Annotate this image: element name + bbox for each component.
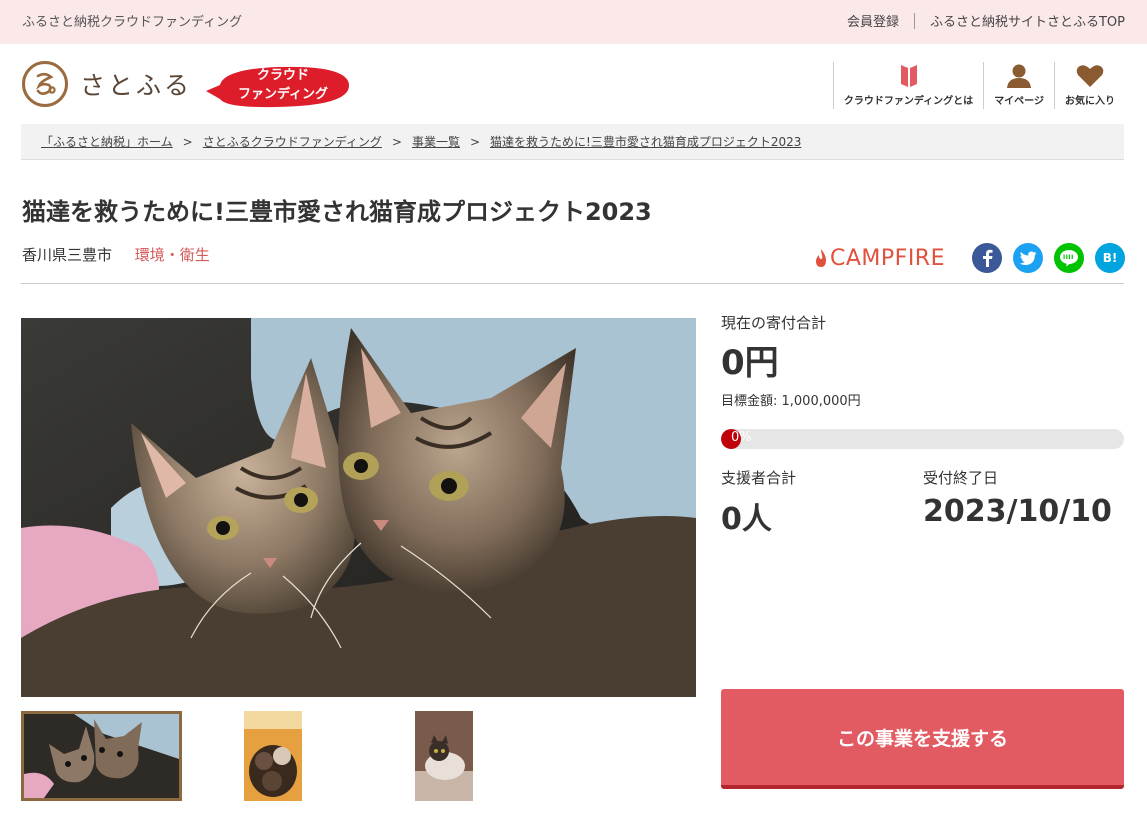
logo-mark-icon [22, 61, 68, 107]
goal-amount: 目標金額: 1,000,000円 [721, 394, 861, 409]
badge-text: クラウド ファンディング [218, 66, 348, 104]
supporters-label: 支援者合計 [721, 469, 797, 487]
crowdfunding-badge[interactable]: クラウド ファンディング [204, 63, 350, 109]
section-divider [21, 283, 1124, 284]
logo-text: さとふる [80, 71, 193, 100]
thumbnail-3[interactable] [415, 711, 473, 801]
book-icon [898, 62, 920, 90]
breadcrumb-current[interactable]: 猫達を救うために!三豊市愛され猫育成プロジェクト2023 [490, 135, 801, 149]
facebook-share-button[interactable] [972, 243, 1002, 273]
twitter-icon [1019, 251, 1037, 265]
support-button-label: この事業を支援する [836, 727, 1008, 750]
breadcrumb-project-list[interactable]: 事業一覧 [412, 135, 460, 149]
top-bar: ふるさと納税クラウドファンディング 会員登録 ふるさと納税サイトさとふるTOP [0, 0, 1147, 44]
support-button[interactable]: この事業を支援する [721, 689, 1124, 789]
breadcrumb-crowdfunding[interactable]: さとふるクラウドファンディング [203, 135, 382, 149]
nav-label: クラウドファンディングとは [843, 96, 974, 107]
member-register-link[interactable]: 会員登録 [847, 11, 899, 30]
supporters-value: 0人 [721, 502, 772, 537]
line-icon [1060, 250, 1078, 267]
hatena-icon: B! [1102, 251, 1118, 265]
breadcrumb-separator: > [391, 135, 402, 149]
nav-mypage[interactable]: マイページ [983, 62, 1054, 109]
nav-label: マイページ [994, 96, 1044, 107]
link-divider [913, 12, 915, 29]
funding-panel: 現在の寄付合計 0円 目標金額: 1,000,000円 0% 支援者合計 0人 … [721, 312, 1124, 538]
project-location: 香川県三豊市 [22, 246, 113, 264]
badge-line2: ファンディング [237, 87, 329, 102]
page-title: 猫達を救うために!三豊市愛され猫育成プロジェクト2023 [22, 198, 652, 226]
thumbnail-2[interactable] [244, 711, 302, 801]
progress-bar: 0% [721, 429, 1124, 449]
header-nav: クラウドファンディングとは マイページ お気に入り [832, 62, 1125, 109]
top-links: 会員登録 ふるさと納税サイトさとふるTOP [847, 11, 1125, 30]
stats-row: 支援者合計 0人 受付終了日 2023/10/10 [721, 467, 1124, 538]
campfire-logo[interactable]: CAMPFIRE [814, 246, 945, 271]
project-category[interactable]: 環境・衛生 [135, 246, 210, 264]
deadline-label: 受付終了日 [923, 469, 999, 487]
user-icon [1006, 62, 1032, 90]
deadline-stat: 受付終了日 2023/10/10 [923, 467, 1124, 538]
thumbnail-1[interactable] [21, 711, 182, 801]
site-logo[interactable]: さとふる [22, 61, 192, 107]
progress-percent: 0% [731, 430, 752, 445]
flame-icon [816, 249, 826, 267]
breadcrumb-home[interactable]: 「ふるさと納税」ホーム [41, 135, 173, 149]
breadcrumb-separator: > [469, 135, 481, 149]
supporters-stat: 支援者合計 0人 [721, 467, 923, 538]
total-value: 0円 [721, 343, 779, 383]
heart-icon [1076, 62, 1104, 90]
satofull-top-link[interactable]: ふるさと納税サイトさとふるTOP [930, 11, 1125, 30]
total-label: 現在の寄付合計 [721, 314, 827, 332]
twitter-share-button[interactable] [1013, 243, 1043, 273]
line-share-button[interactable] [1054, 243, 1084, 273]
campfire-text: CAMPFIRE [830, 245, 945, 271]
breadcrumb: 「ふるさと納税」ホーム > さとふるクラウドファンディング > 事業一覧 > 猫達を救うため… [21, 124, 1124, 160]
hatena-bookmark-button[interactable]: B! [1095, 243, 1125, 273]
badge-line1: クラウド [256, 68, 309, 83]
photo-thumbnails [21, 711, 696, 801]
nav-about-crowdfunding[interactable]: クラウドファンディングとは [832, 62, 983, 109]
nav-label: お気に入り [1065, 96, 1115, 107]
share-bar: CAMPFIRE B! [814, 243, 1125, 273]
main-project-photo[interactable] [21, 318, 696, 697]
project-meta: 香川県三豊市 環境・衛生 [22, 244, 210, 265]
deadline-value: 2023/10/10 [923, 494, 1112, 529]
breadcrumb-separator: > [182, 135, 193, 149]
nav-favorites[interactable]: お気に入り [1054, 62, 1125, 109]
facebook-icon [983, 249, 993, 267]
site-header: さとふる クラウド ファンディング クラウドファンディングとは マイページ お気… [0, 44, 1147, 124]
site-name: ふるさと納税クラウドファンディング [22, 15, 243, 30]
